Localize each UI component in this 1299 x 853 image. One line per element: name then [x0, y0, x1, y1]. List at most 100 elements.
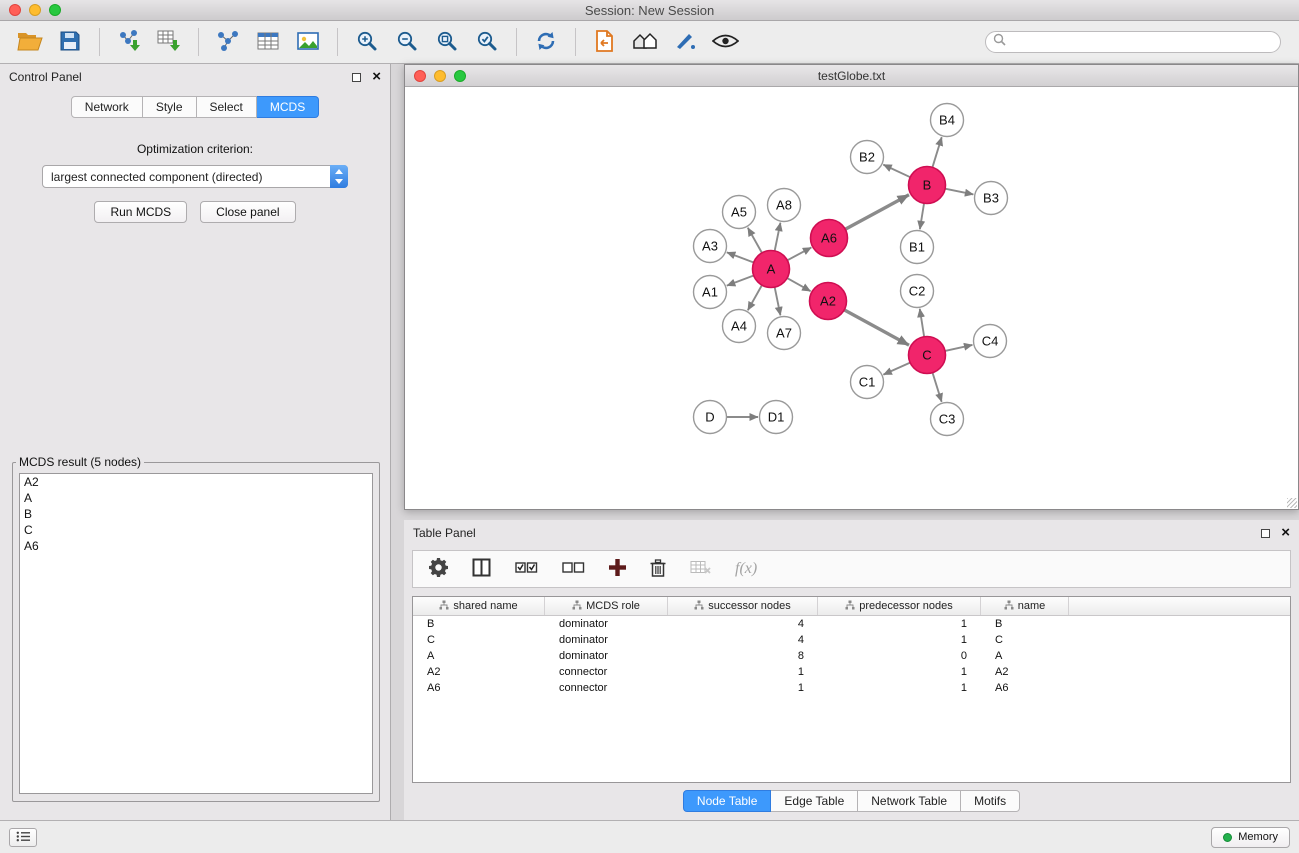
optimization-dropdown[interactable]: largest connected component (directed) — [42, 165, 348, 188]
float-panel-icon[interactable] — [352, 73, 361, 82]
import-table-button[interactable] — [149, 24, 189, 60]
select-all-button[interactable] — [515, 561, 538, 578]
search-box[interactable] — [985, 31, 1281, 53]
tab-style[interactable]: Style — [143, 96, 197, 118]
node-A[interactable]: A — [753, 251, 790, 288]
edge-C-C1[interactable] — [883, 363, 910, 375]
node-A1[interactable]: A1 — [694, 276, 727, 309]
tab-network[interactable]: Network — [71, 96, 143, 118]
result-item[interactable]: A — [20, 490, 372, 506]
result-item[interactable]: A2 — [20, 474, 372, 490]
create-column-button[interactable] — [609, 559, 626, 579]
close-panel-button[interactable]: Close panel — [200, 201, 295, 223]
delete-table-button[interactable] — [690, 560, 711, 578]
zoom-fit-button[interactable] — [427, 24, 467, 60]
node-C1[interactable]: C1 — [851, 366, 884, 399]
column-header-name[interactable]: name — [981, 597, 1069, 615]
node-A7[interactable]: A7 — [768, 317, 801, 350]
window-resize-grip[interactable] — [1287, 498, 1297, 508]
export-image-button[interactable] — [288, 24, 328, 60]
edge-B-B2[interactable] — [883, 165, 910, 178]
zoom-in-button[interactable] — [347, 24, 387, 60]
edge-B-B3[interactable] — [945, 189, 973, 195]
node-A5[interactable]: A5 — [723, 196, 756, 229]
node-C[interactable]: C — [909, 337, 946, 374]
edge-A-A1[interactable] — [727, 276, 754, 286]
zoom-out-button[interactable] — [387, 24, 427, 60]
edge-C-C3[interactable] — [933, 373, 942, 402]
edge-C-C2[interactable] — [920, 309, 924, 337]
edge-A-A3[interactable] — [727, 252, 754, 262]
close-panel-icon[interactable]: × — [372, 71, 381, 83]
tab-node-table[interactable]: Node Table — [683, 790, 772, 812]
node-B2[interactable]: B2 — [851, 141, 884, 174]
show-hide-button[interactable] — [705, 24, 745, 60]
edge-A6-B[interactable] — [845, 195, 909, 229]
tab-edge-table[interactable]: Edge Table — [771, 790, 858, 812]
node-C2[interactable]: C2 — [901, 275, 934, 308]
node-C4[interactable]: C4 — [974, 325, 1007, 358]
float-table-panel-icon[interactable] — [1261, 529, 1270, 538]
zoom-selected-button[interactable] — [467, 24, 507, 60]
node-A4[interactable]: A4 — [723, 310, 756, 343]
column-header-shared-name[interactable]: shared name — [413, 597, 545, 615]
node-B3[interactable]: B3 — [975, 182, 1008, 215]
column-header-successor-nodes[interactable]: successor nodes — [668, 597, 818, 615]
node-A8[interactable]: A8 — [768, 189, 801, 222]
open-session-button[interactable] — [10, 24, 50, 60]
edge-C-C4[interactable] — [945, 345, 972, 351]
tab-network-table[interactable]: Network Table — [858, 790, 961, 812]
close-table-panel-icon[interactable]: × — [1281, 527, 1290, 539]
table-row[interactable]: Adominator80A — [413, 648, 1290, 664]
import-network-button[interactable] — [109, 24, 149, 60]
node-C3[interactable]: C3 — [931, 403, 964, 436]
table-row[interactable]: Cdominator41C — [413, 632, 1290, 648]
edge-A-A7[interactable] — [775, 287, 781, 315]
new-network-button[interactable] — [208, 24, 248, 60]
delete-column-button[interactable] — [650, 559, 666, 580]
edge-A-A6[interactable] — [787, 247, 811, 260]
tab-mcds[interactable]: MCDS — [257, 96, 319, 118]
deselect-all-button[interactable] — [562, 561, 585, 578]
edge-A-A2[interactable] — [787, 278, 810, 291]
table-settings-button[interactable] — [429, 558, 448, 580]
node-D[interactable]: D — [694, 401, 727, 434]
refresh-button[interactable] — [526, 24, 566, 60]
node-A3[interactable]: A3 — [694, 230, 727, 263]
run-mcds-button[interactable]: Run MCDS — [94, 201, 187, 223]
edge-B-B1[interactable] — [920, 203, 924, 229]
tab-select[interactable]: Select — [197, 96, 257, 118]
table-row[interactable]: A6connector11A6 — [413, 680, 1290, 696]
network-document-button[interactable] — [585, 24, 625, 60]
edge-A2-C[interactable] — [844, 310, 909, 345]
node-B1[interactable]: B1 — [901, 231, 934, 264]
node-D1[interactable]: D1 — [760, 401, 793, 434]
result-item[interactable]: B — [20, 506, 372, 522]
node-A2[interactable]: A2 — [810, 283, 847, 320]
task-history-button[interactable] — [9, 828, 37, 847]
column-header-MCDS-role[interactable]: MCDS role — [545, 597, 668, 615]
column-header-predecessor-nodes[interactable]: predecessor nodes — [818, 597, 981, 615]
edge-A-A5[interactable] — [748, 228, 762, 253]
search-input[interactable] — [1006, 33, 1280, 51]
node-B[interactable]: B — [909, 167, 946, 204]
result-item[interactable]: A6 — [20, 538, 372, 554]
save-session-button[interactable] — [50, 24, 90, 60]
network-window-titlebar[interactable]: testGlobe.txt — [405, 65, 1298, 87]
network-view[interactable]: A A1 A2 A3 A4 A5 A6 A7 A8 B B1 B2 B3 B4 C C1 C2 C3 C4 D D1 — [405, 87, 1298, 509]
edge-A-A8[interactable] — [775, 223, 781, 251]
annotation-button[interactable] — [665, 24, 705, 60]
home-view-button[interactable] — [625, 24, 665, 60]
result-item[interactable]: C — [20, 522, 372, 538]
memory-button[interactable]: Memory — [1211, 827, 1290, 848]
new-table-button[interactable] — [248, 24, 288, 60]
node-B4[interactable]: B4 — [931, 104, 964, 137]
show-columns-button[interactable] — [472, 558, 491, 580]
edge-A-A4[interactable] — [748, 285, 762, 310]
table-row[interactable]: Bdominator41B — [413, 616, 1290, 632]
edge-B-B4[interactable] — [932, 137, 941, 167]
function-builder-button[interactable]: f(x) — [735, 560, 757, 578]
table-row[interactable]: A2connector11A2 — [413, 664, 1290, 680]
tab-motifs[interactable]: Motifs — [961, 790, 1020, 812]
node-A6[interactable]: A6 — [811, 220, 848, 257]
